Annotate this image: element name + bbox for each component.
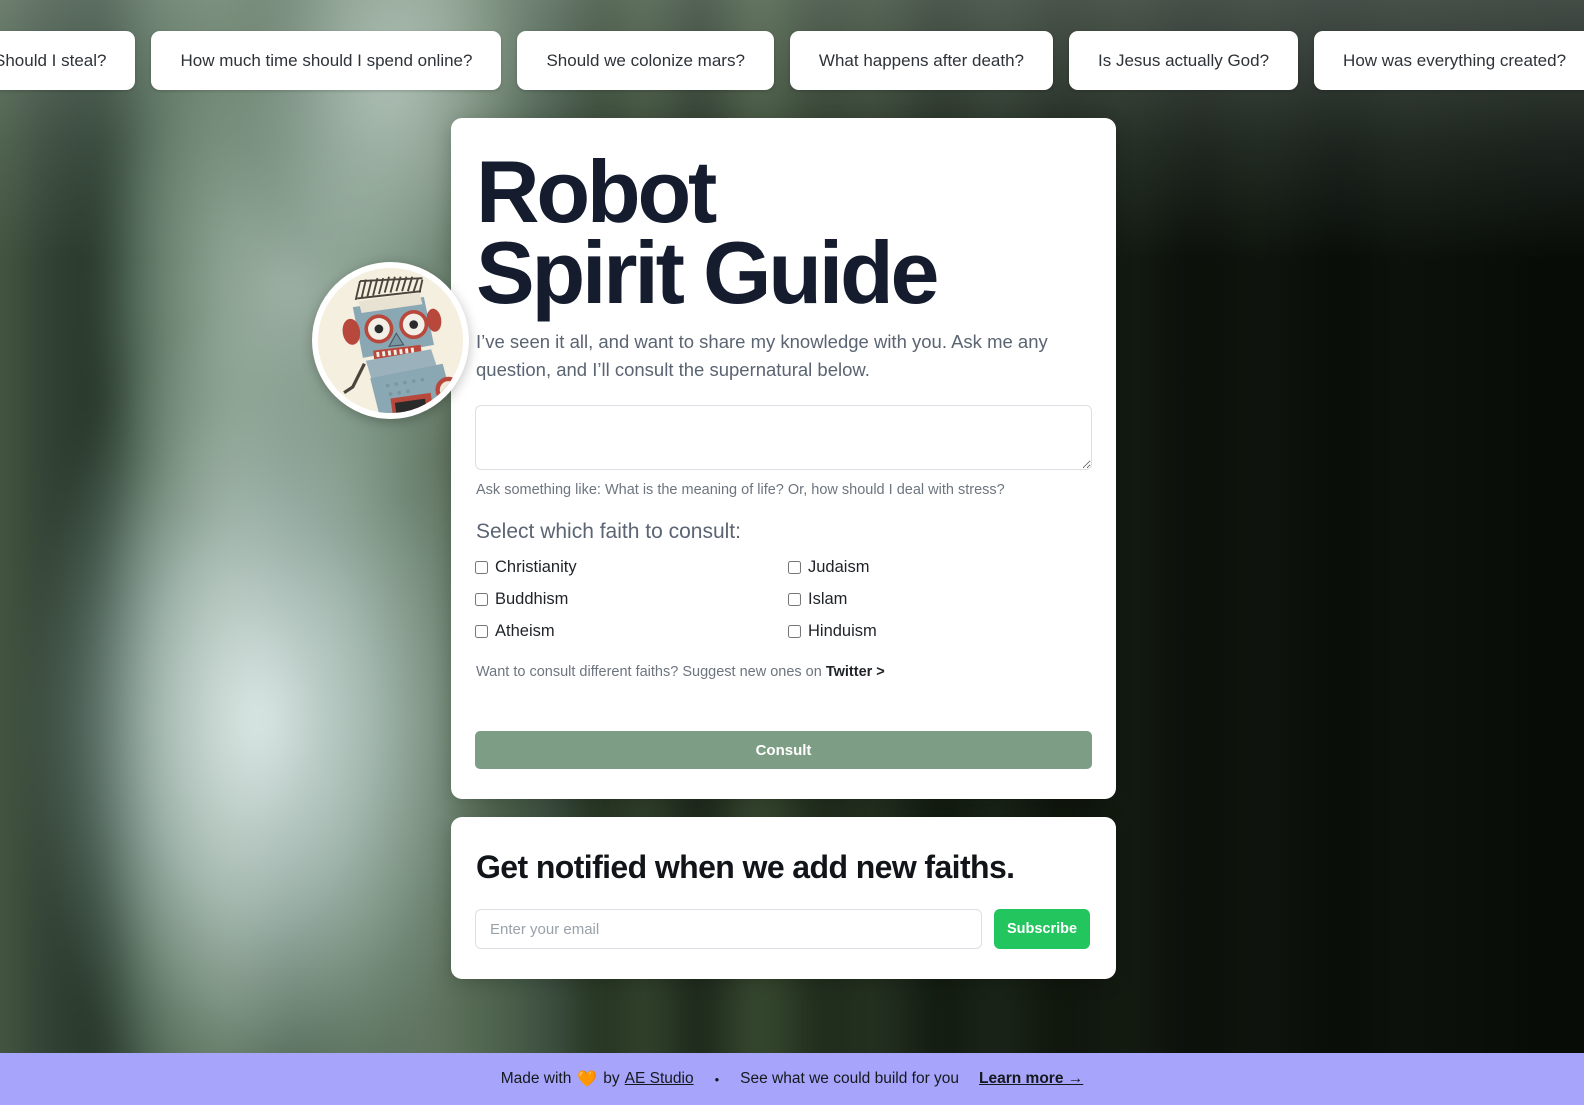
faith-checkbox[interactable]	[788, 625, 801, 639]
footer-bar: Made with 🧡 by AE Studio • See what we c…	[0, 1053, 1584, 1105]
footer-by-label: by	[603, 1070, 620, 1087]
footer-credit: Made with 🧡 by AE Studio	[501, 1069, 694, 1089]
faith-option-label: Christianity	[495, 558, 577, 577]
newsletter-form: Subscribe	[475, 909, 1092, 950]
robot-avatar	[312, 262, 469, 419]
title-line-2: Spirit Guide	[476, 222, 939, 322]
question-hint: Ask something like: What is the meaning …	[476, 482, 1005, 499]
ticker-question-label: Should I steal?	[0, 50, 107, 70]
robot-avatar-illustration	[318, 268, 463, 413]
faith-checkbox[interactable]	[788, 593, 801, 607]
faith-checkbox[interactable]	[475, 561, 488, 575]
ticker-question-label: Should we colonize mars?	[546, 50, 745, 70]
faith-option-buddhism[interactable]: Buddhism	[475, 590, 788, 609]
twitter-link[interactable]: Twitter >	[826, 664, 885, 680]
ticker-question-chip[interactable]: What happens after death?	[789, 30, 1054, 90]
suggest-faiths-line: Want to consult different faiths? Sugges…	[476, 664, 1092, 680]
ticker-question-chip[interactable]: Should we colonize mars?	[517, 30, 774, 90]
heart-icon: 🧡	[577, 1071, 598, 1088]
consult-button[interactable]: Consult	[475, 731, 1092, 770]
ticker-question-label: How was everything created?	[1343, 50, 1567, 70]
faith-checkbox[interactable]	[475, 593, 488, 607]
faith-option-label: Atheism	[495, 622, 555, 641]
learn-more-link[interactable]: Learn more →	[979, 1070, 1083, 1088]
faith-option-label: Hinduism	[808, 622, 877, 641]
newsletter-card: Get notified when we add new faiths. Sub…	[451, 817, 1116, 980]
footer-pitch-label: See what we could build for you	[740, 1070, 960, 1087]
ticker-question-chip[interactable]: How much time should I spend online?	[151, 30, 502, 90]
subscribe-button[interactable]: Subscribe	[994, 909, 1090, 950]
question-input[interactable]	[475, 405, 1092, 471]
ae-studio-link[interactable]: AE Studio	[625, 1070, 694, 1088]
faith-option-atheism[interactable]: Atheism	[475, 622, 788, 641]
faith-option-judaism[interactable]: Judaism	[788, 558, 1092, 577]
newsletter-title: Get notified when we add new faiths.	[476, 849, 1015, 886]
question-ticker[interactable]: Should I steal? How much time should I s…	[0, 30, 1584, 90]
ticker-question-label: How much time should I spend online?	[180, 50, 473, 70]
ticker-question-chip[interactable]: How was everything created?	[1314, 30, 1584, 90]
faith-checkbox[interactable]	[788, 561, 801, 575]
ticker-question-chip[interactable]: Is Jesus actually God?	[1069, 30, 1299, 90]
faith-option-islam[interactable]: Islam	[788, 590, 1092, 609]
email-field[interactable]	[475, 909, 982, 950]
faith-checkbox[interactable]	[475, 625, 488, 639]
ticker-question-label: Is Jesus actually God?	[1098, 50, 1270, 70]
faith-select-label: Select which faith to consult:	[476, 520, 741, 544]
faith-option-label: Islam	[808, 590, 848, 609]
ticker-question-chip[interactable]: Should I steal?	[0, 30, 136, 90]
footer-separator-dot: •	[714, 1071, 720, 1087]
consult-card: Robot Spirit Guide I’ve seen it all, and …	[312, 118, 1116, 800]
faith-option-hinduism[interactable]: Hinduism	[788, 622, 1092, 641]
faith-option-christianity[interactable]: Christianity	[475, 558, 788, 577]
faith-option-label: Judaism	[808, 558, 870, 577]
footer-made-with-label: Made with	[500, 1070, 572, 1087]
hero-subtitle: I’ve seen it all, and want to share my k…	[476, 330, 1048, 380]
faith-checkbox-grid: Christianity Judaism Buddhism Islam Athe…	[475, 558, 1092, 641]
main-content-column: Robot Spirit Guide I’ve seen it all, and …	[312, 118, 1116, 980]
faith-option-label: Buddhism	[495, 590, 569, 609]
ticker-question-label: What happens after death?	[818, 50, 1025, 70]
suggest-faiths-text: Want to consult different faiths? Sugges…	[476, 664, 826, 681]
page-title: Robot Spirit Guide	[475, 148, 1092, 322]
